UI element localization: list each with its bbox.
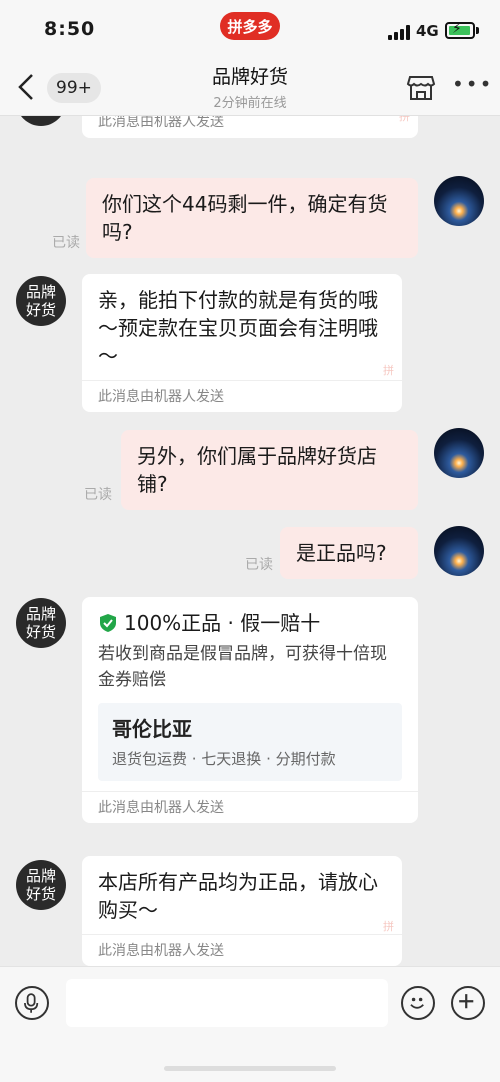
status-time: 8:50	[44, 18, 96, 40]
chat-area: 此消息由机器人发送 拼 你们这个44码剩一件，确定有货吗? 已读 品牌 好货 亲，…	[0, 116, 500, 966]
avatar[interactable]	[16, 116, 66, 126]
avatar-text: 品牌 好货	[25, 605, 56, 641]
avatar-text: 品牌 好货	[25, 867, 56, 903]
read-status: 已读	[84, 487, 112, 503]
message-bubble: 你们这个44码剩一件，确定有货吗?	[86, 178, 418, 258]
watermark: 拼	[399, 116, 410, 123]
guarantee-desc: 若收到商品是假冒品牌，可获得十倍现金券赔偿	[98, 644, 387, 690]
avatar-text: 品牌 好货	[25, 283, 56, 319]
nav-bar: 99+ 品牌好货 2分钟前在线 •••	[0, 58, 500, 116]
message-bubble: 另外，你们属于品牌好货店铺?	[121, 430, 418, 510]
guarantee-title: 100%正品 · 假一赔十	[98, 609, 402, 637]
more-icon[interactable]: •••	[452, 74, 491, 100]
watermark: 拼	[383, 920, 394, 933]
store-icon[interactable]	[406, 72, 436, 102]
message-bubble: 此消息由机器人发送 拼	[82, 116, 418, 138]
avatar[interactable]	[434, 176, 484, 226]
guarantee-title-text: 100%正品 · 假一赔十	[124, 611, 321, 635]
robot-note: 此消息由机器人发送	[82, 380, 402, 412]
network-type: 4G	[416, 22, 439, 40]
message-input[interactable]	[66, 979, 388, 1027]
message-text: 本店所有产品均为正品，请放心购买～	[98, 870, 378, 922]
microphone-icon[interactable]	[15, 986, 49, 1020]
shield-check-icon	[100, 614, 116, 632]
robot-note: 此消息由机器人发送	[82, 934, 402, 966]
signal-icon	[388, 24, 410, 40]
status-bar: 8:50 拼多多 4G ⚡	[0, 0, 500, 58]
avatar[interactable]: 品牌 好货	[16, 860, 66, 910]
input-bar	[0, 966, 500, 1082]
brand-card[interactable]: 哥伦比亚 退货包运费 · 七天退换 · 分期付款	[98, 703, 402, 781]
brand-name: 哥伦比亚	[112, 717, 192, 741]
robot-note: 此消息由机器人发送	[98, 116, 224, 130]
charging-icon: ⚡	[452, 21, 462, 37]
message-bubble: 是正品吗?	[280, 527, 418, 579]
app-badge: 拼多多	[220, 12, 280, 40]
avatar[interactable]	[434, 428, 484, 478]
avatar[interactable]: 品牌 好货	[16, 276, 66, 326]
brand-features: 退货包运费 · 七天退换 · 分期付款	[112, 750, 336, 768]
battery-cap	[476, 27, 479, 34]
message-bubble: 亲，能拍下付款的就是有货的哦～预定款在宝贝页面会有注明哦～ 此消息由机器人发送 …	[82, 274, 402, 412]
message-bubble: 本店所有产品均为正品，请放心购买～ 此消息由机器人发送 拼	[82, 856, 402, 966]
robot-note: 此消息由机器人发送	[82, 791, 418, 823]
plus-icon[interactable]	[451, 986, 485, 1020]
watermark: 拼	[383, 364, 394, 377]
home-indicator	[164, 1066, 336, 1071]
emoji-icon[interactable]	[401, 986, 435, 1020]
avatar[interactable]: 品牌 好货	[16, 598, 66, 648]
read-status: 已读	[52, 235, 80, 251]
read-status: 已读	[245, 557, 273, 573]
guarantee-card[interactable]: 100%正品 · 假一赔十 若收到商品是假冒品牌，可获得十倍现金券赔偿 哥伦比亚…	[82, 597, 418, 823]
avatar[interactable]	[434, 526, 484, 576]
message-text: 亲，能拍下付款的就是有货的哦～预定款在宝贝页面会有注明哦～	[98, 288, 378, 368]
